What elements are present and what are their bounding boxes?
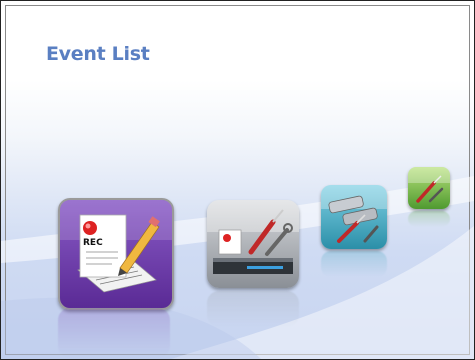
menu-screen: Event List REC	[0, 0, 475, 360]
record-setup-tools-icon	[207, 200, 299, 274]
system-tools-icon	[408, 167, 450, 203]
menu-item-event-list[interactable]: REC	[58, 198, 174, 310]
menu-item-camera-setup[interactable]	[321, 185, 387, 249]
camera-setup-icon	[321, 185, 387, 243]
menu-item-record-setup[interactable]	[207, 200, 299, 288]
menu-item-system-setup[interactable]	[408, 167, 450, 209]
menu-item-record-setup-reflection	[207, 291, 299, 327]
rec-label: REC	[83, 238, 103, 248]
menu-item-system-setup-reflection	[408, 211, 450, 227]
page-title: Event List	[46, 43, 150, 65]
menu-item-event-list-reflection	[58, 308, 170, 358]
event-list-icon	[60, 200, 172, 293]
menu-item-camera-setup-reflection	[321, 251, 387, 277]
